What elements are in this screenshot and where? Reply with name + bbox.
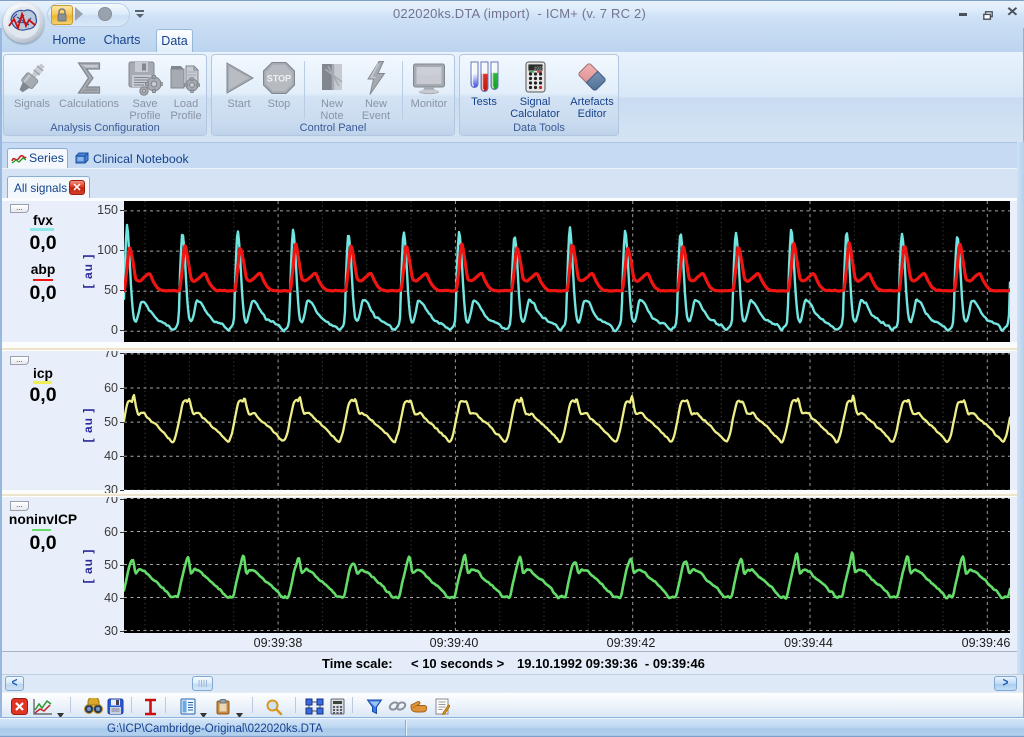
svg-text:STOP: STOP bbox=[267, 74, 291, 84]
svg-text:1925: 1925 bbox=[534, 66, 545, 72]
